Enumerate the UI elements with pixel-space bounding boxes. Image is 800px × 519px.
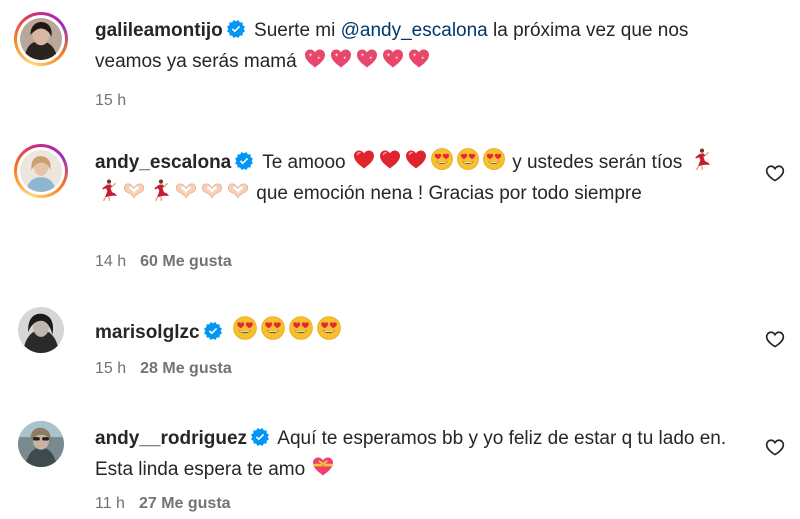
avatar[interactable] (14, 144, 68, 198)
comment-body: andy__rodriguez Aquí te esperamos bb y y… (95, 423, 735, 485)
comment-text: Te amooo (262, 152, 346, 173)
sparkling-heart-emoji-icon (355, 46, 379, 70)
verified-badge-icon (251, 428, 269, 446)
heart-eyes-emoji-icon (232, 315, 258, 341)
heart-eyes-emoji-icon (482, 147, 506, 171)
heart-with-ribbon-emoji-icon (311, 454, 335, 478)
heart-eyes-emoji-icon (456, 147, 480, 171)
red-heart-emoji-icon (352, 147, 376, 171)
sparkling-heart-emoji-icon (381, 46, 405, 70)
like-heart-icon[interactable] (765, 437, 785, 457)
like-count[interactable]: 28 Me gusta (140, 360, 232, 377)
verified-badge-icon (227, 20, 245, 38)
comment-body: andy_escalona Te amooo y ustedes serán t… (95, 147, 735, 209)
avatar[interactable] (14, 12, 68, 66)
avatar-photo-icon (18, 307, 64, 353)
verified-badge-icon (235, 152, 253, 170)
red-heart-emoji-icon (404, 147, 428, 171)
sparkling-heart-emoji-icon (303, 46, 327, 70)
heart-eyes-emoji-icon (260, 315, 286, 341)
heart-hands-emoji-icon (122, 178, 146, 202)
comment-body: galileamontijo Suerte mi @andy_escalona … (95, 15, 735, 77)
comment-meta: 15 h 28 Me gusta (95, 360, 232, 378)
avatar-photo-icon (20, 18, 62, 60)
timestamp[interactable]: 15 h (95, 360, 126, 377)
dancer-emoji-icon (689, 147, 713, 171)
heart-hands-emoji-icon (226, 178, 250, 202)
comment-meta: 11 h 27 Me gusta (95, 495, 231, 513)
timestamp[interactable]: 14 h (95, 253, 126, 270)
avatar-photo-icon (20, 150, 62, 192)
heart-eyes-emoji-icon (316, 315, 342, 341)
username-link[interactable]: galileamontijo (95, 20, 223, 41)
timestamp[interactable]: 11 h (95, 495, 125, 512)
sparkling-heart-emoji-icon (329, 46, 353, 70)
verified-badge-icon (204, 322, 222, 340)
red-heart-emoji-icon (378, 147, 402, 171)
comment-meta: 14 h 60 Me gusta (95, 253, 232, 271)
avatar[interactable] (14, 417, 68, 471)
comment-text: y ustedes serán tíos (512, 152, 683, 173)
username-link[interactable]: andy__rodriguez (95, 428, 247, 449)
heart-eyes-emoji-icon (288, 315, 314, 341)
username-link[interactable]: marisolglzc (95, 322, 200, 343)
comment-text: que emoción nena ! Gracias por todo siem… (256, 183, 642, 204)
username-link[interactable]: andy_escalona (95, 152, 231, 173)
sparkling-heart-emoji-icon (407, 46, 431, 70)
avatar-photo-icon (18, 421, 64, 467)
dancer-emoji-icon (148, 178, 172, 202)
like-count[interactable]: 27 Me gusta (139, 495, 231, 512)
avatar[interactable] (14, 303, 68, 357)
heart-eyes-emoji-icon (430, 147, 454, 171)
like-heart-icon[interactable] (765, 329, 785, 349)
like-heart-icon[interactable] (765, 163, 785, 183)
heart-hands-emoji-icon (200, 178, 224, 202)
heart-hands-emoji-icon (174, 178, 198, 202)
dancer-emoji-icon (96, 178, 120, 202)
mention-link[interactable]: @andy_escalona (341, 20, 488, 41)
comment-body: marisolglzc (95, 315, 735, 348)
comment-text: Suerte mi (254, 20, 341, 41)
comment-meta: 15 h (95, 92, 126, 110)
timestamp[interactable]: 15 h (95, 92, 126, 109)
like-count[interactable]: 60 Me gusta (140, 253, 232, 270)
